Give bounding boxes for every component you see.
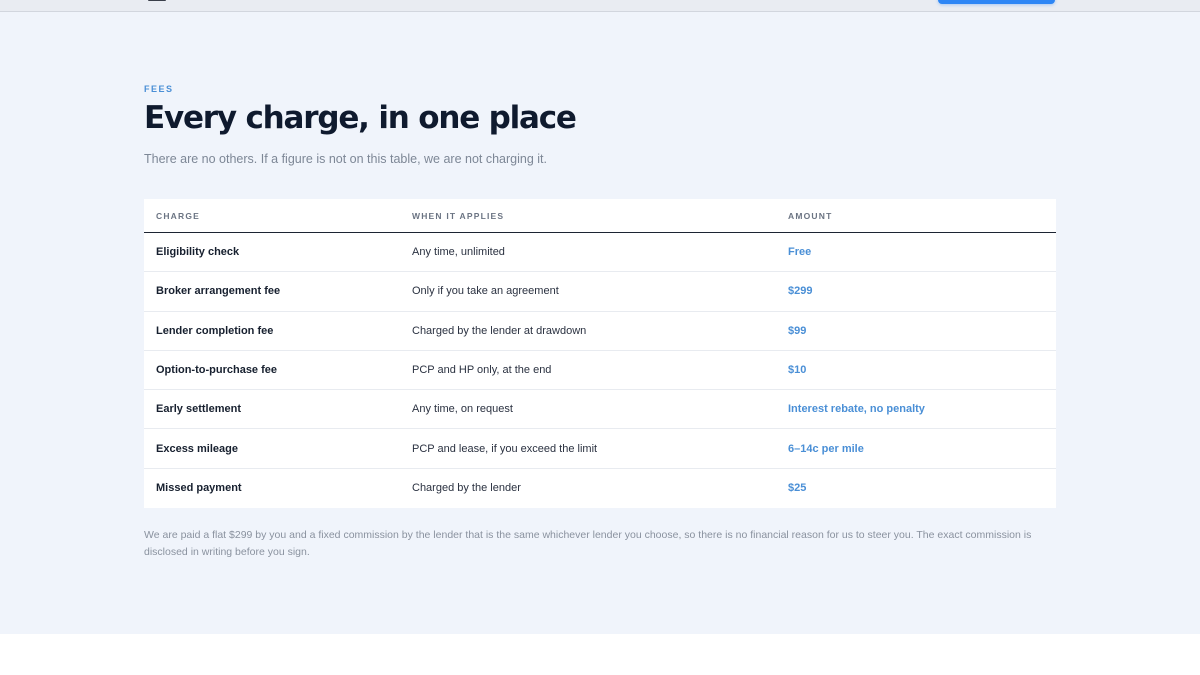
charge-cell: Option-to-purchase fee xyxy=(156,364,278,377)
fees-table: CHARGE WHEN IT APPLIES AMOUNT Eligibilit… xyxy=(144,199,1056,509)
when-cell: Any time, on request xyxy=(412,403,513,416)
logo-icon[interactable] xyxy=(148,0,166,1)
amount-cell: 6–14c per mile xyxy=(788,442,864,455)
table-row: Missed payment Charged by the lender $25 xyxy=(144,469,1056,508)
commission-note: We are paid a flat $299 by you and a fix… xyxy=(144,529,1032,558)
section-subtitle: There are no others. If a figure is not … xyxy=(144,152,548,166)
charge-cell: Missed payment xyxy=(156,482,242,495)
table-row: Broker arrangement fee Only if you take … xyxy=(144,272,1056,312)
fees-section: FEES Every charge, in one place There ar… xyxy=(0,12,1200,634)
column-header-when: WHEN IT APPLIES xyxy=(412,210,505,221)
column-header-charge: CHARGE xyxy=(156,210,201,221)
table-header: CHARGE WHEN IT APPLIES AMOUNT xyxy=(144,199,1056,233)
when-cell: PCP and HP only, at the end xyxy=(412,364,552,377)
amount-cell: $99 xyxy=(788,324,807,337)
table-row: Eligibility check Any time, unlimited Fr… xyxy=(144,233,1056,273)
charge-cell: Early settlement xyxy=(156,403,241,416)
amount-cell: $10 xyxy=(788,364,807,377)
charge-cell: Lender completion fee xyxy=(156,324,274,337)
when-cell: PCP and lease, if you exceed the limit xyxy=(412,442,598,455)
when-cell: Only if you take an agreement xyxy=(412,285,559,298)
when-cell: Any time, unlimited xyxy=(412,246,505,259)
charge-cell: Broker arrangement fee xyxy=(156,285,281,298)
nav-cta-button[interactable] xyxy=(938,0,1055,4)
table-row: Option-to-purchase fee PCP and HP only, … xyxy=(144,351,1056,391)
when-cell: Charged by the lender xyxy=(412,482,521,495)
column-header-amount: AMOUNT xyxy=(788,210,833,221)
charge-cell: Excess mileage xyxy=(156,442,238,455)
top-nav-bar xyxy=(0,0,1200,12)
amount-cell: $25 xyxy=(788,482,807,495)
table-row: Lender completion fee Charged by the len… xyxy=(144,312,1056,351)
table-row: Excess mileage PCP and lease, if you exc… xyxy=(144,429,1056,469)
amount-cell: Interest rebate, no penalty xyxy=(788,403,925,416)
charge-cell: Eligibility check xyxy=(156,246,240,259)
page-title: Every charge, in one place xyxy=(144,100,577,136)
when-cell: Charged by the lender at drawdown xyxy=(412,324,587,337)
amount-cell: Free xyxy=(788,246,812,259)
section-eyebrow: FEES xyxy=(144,84,174,94)
table-row: Early settlement Any time, on request In… xyxy=(144,390,1056,430)
amount-cell: $299 xyxy=(788,285,813,298)
